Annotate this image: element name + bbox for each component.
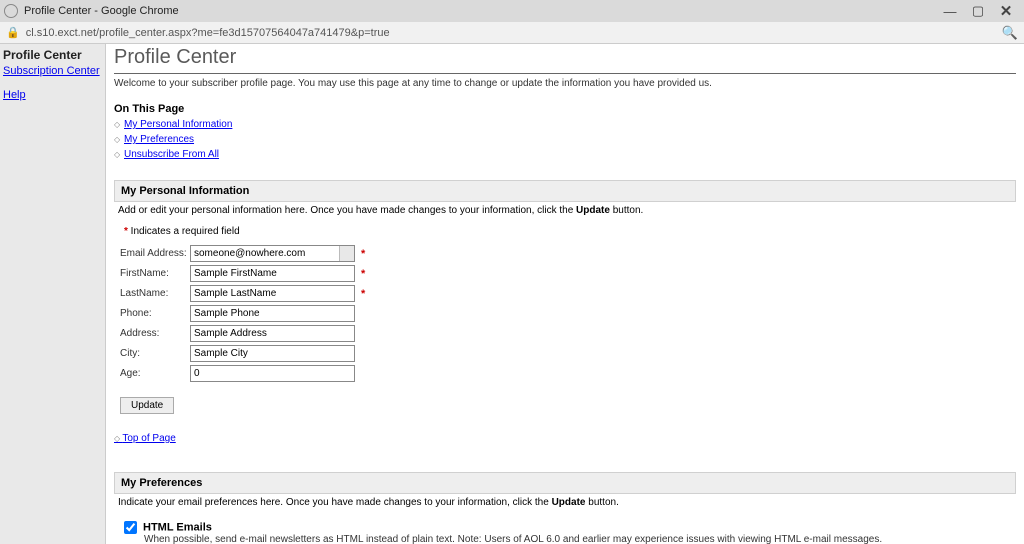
label-phone: Phone: [120,308,190,319]
intro-text: Welcome to your subscriber profile page.… [114,78,1016,89]
window-minimize[interactable]: — [936,4,964,19]
personal-info-desc: Add or edit your personal information he… [114,205,1016,216]
label-age: Age: [120,368,190,379]
label-city: City: [120,348,190,359]
input-address[interactable] [190,325,355,342]
window-close[interactable]: ✕ [992,2,1020,20]
window-title: Profile Center - Google Chrome [24,5,179,17]
prefs-desc: Indicate your email preferences here. On… [114,497,1016,508]
pref-html-emails: HTML Emails When possible, send e-mail n… [114,518,1016,544]
req-firstname: * [361,268,365,280]
input-age[interactable] [190,365,355,382]
top-of-page-link[interactable]: Top of Page [114,433,176,444]
lock-icon: 🔒 [6,26,20,39]
input-email[interactable] [191,246,339,261]
nav-preferences[interactable]: My Preferences [124,134,194,145]
req-lastname: * [361,288,365,300]
sidebar-link-subscription[interactable]: Subscription Center [3,65,102,77]
page-title: Profile Center [114,44,1016,74]
checkbox-html-emails[interactable] [124,521,137,534]
window-maximize[interactable]: ▢ [964,3,992,19]
input-email-picker[interactable] [339,246,354,261]
required-note: * Indicates a required field [124,226,1016,237]
on-this-page-block: On This Page My Personal Information My … [114,103,1016,162]
on-this-page-label: On This Page [114,103,184,115]
input-lastname[interactable] [190,285,355,302]
search-icon[interactable]: 🔍 [1002,25,1018,41]
label-address: Address: [120,328,190,339]
sidebar-link-help[interactable]: Help [3,89,102,101]
update-button[interactable]: Update [120,397,174,414]
req-email: * [361,248,365,260]
input-firstname[interactable] [190,265,355,282]
nav-unsubscribe[interactable]: Unsubscribe From All [124,149,219,160]
label-lastname: LastName: [120,288,190,299]
url-text: cl.s10.exct.net/profile_center.aspx?me=f… [26,27,390,39]
sidebar-heading: Profile Center [3,48,102,62]
prefs-header: My Preferences [114,472,1016,494]
nav-personal-info[interactable]: My Personal Information [124,119,232,130]
window-titlebar: Profile Center - Google Chrome — ▢ ✕ [0,0,1024,22]
label-email: Email Address: [120,248,190,259]
browser-icon [4,4,18,18]
sidebar: Profile Center Subscription Center Help [0,44,106,544]
input-city[interactable] [190,345,355,362]
input-phone[interactable] [190,305,355,322]
main-content: Profile Center Welcome to your subscribe… [106,44,1024,544]
label-firstname: FirstName: [120,268,190,279]
personal-info-header: My Personal Information [114,180,1016,202]
address-bar[interactable]: 🔒 cl.s10.exct.net/profile_center.aspx?me… [0,22,1024,44]
